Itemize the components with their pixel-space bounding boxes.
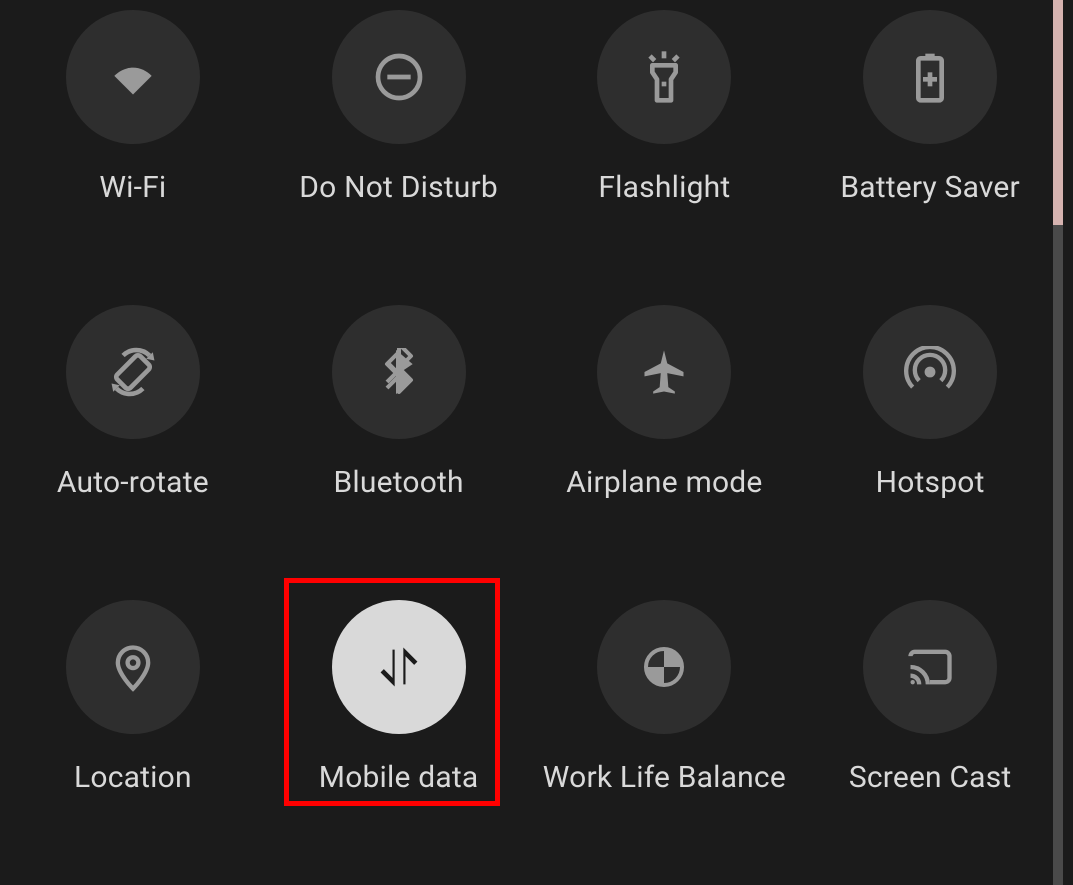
tile-mobile-data[interactable]: Mobile data (266, 590, 532, 885)
bluetooth-icon (375, 348, 423, 396)
mobile-data-icon (373, 641, 425, 693)
tile-airplane-label: Airplane mode (566, 465, 762, 500)
tile-screen-cast-label: Screen Cast (849, 760, 1012, 795)
airplane-icon (638, 346, 690, 398)
wifi-icon (105, 49, 161, 105)
tile-bluetooth-circle (332, 305, 466, 439)
tile-hotspot-label: Hotspot (876, 465, 985, 500)
tile-wifi[interactable]: Wi-Fi (0, 0, 266, 295)
tile-hotspot-circle (863, 305, 997, 439)
side-strip-accent (1053, 0, 1063, 225)
tile-screen-cast-circle (863, 600, 997, 734)
side-scroll-strip (1053, 0, 1063, 885)
tile-wifi-label: Wi-Fi (99, 170, 166, 205)
tile-location-label: Location (74, 760, 192, 795)
hotspot-icon (904, 346, 956, 398)
dnd-icon (371, 49, 427, 105)
work-life-icon (640, 643, 688, 691)
screen-cast-icon (904, 641, 956, 693)
tile-wifi-circle (66, 10, 200, 144)
tile-airplane-mode[interactable]: Airplane mode (532, 295, 798, 590)
tile-location-circle (66, 600, 200, 734)
tile-flashlight-circle (597, 10, 731, 144)
tile-work-life-label: Work Life Balance (543, 760, 786, 795)
tile-bluetooth-label: Bluetooth (333, 465, 463, 500)
tile-screen-cast[interactable]: Screen Cast (797, 590, 1063, 885)
location-icon (107, 641, 159, 693)
tile-work-life-circle (597, 600, 731, 734)
flashlight-icon (636, 49, 692, 105)
tile-airplane-circle (597, 305, 731, 439)
quick-settings-grid: Wi-Fi Do Not Disturb (0, 0, 1063, 885)
tile-auto-rotate-label: Auto-rotate (57, 465, 209, 500)
tile-dnd-circle (332, 10, 466, 144)
tile-auto-rotate-circle (66, 305, 200, 439)
tile-battery-circle (863, 10, 997, 144)
tile-auto-rotate[interactable]: Auto-rotate (0, 295, 266, 590)
tile-battery-label: Battery Saver (840, 170, 1020, 205)
tile-flashlight-label: Flashlight (598, 170, 730, 205)
tile-battery-saver[interactable]: Battery Saver (797, 0, 1063, 295)
tile-mobile-data-circle (332, 600, 466, 734)
tile-dnd-label: Do Not Disturb (299, 170, 498, 205)
auto-rotate-icon (105, 344, 161, 400)
quick-settings-panel: Wi-Fi Do Not Disturb (0, 0, 1063, 885)
tile-flashlight[interactable]: Flashlight (532, 0, 798, 295)
tile-location[interactable]: Location (0, 590, 266, 885)
battery-saver-icon (902, 49, 958, 105)
tile-work-life-balance[interactable]: Work Life Balance (532, 590, 798, 885)
tile-hotspot[interactable]: Hotspot (797, 295, 1063, 590)
tile-bluetooth[interactable]: Bluetooth (266, 295, 532, 590)
tile-mobile-data-label: Mobile data (319, 760, 479, 795)
tile-do-not-disturb[interactable]: Do Not Disturb (266, 0, 532, 295)
